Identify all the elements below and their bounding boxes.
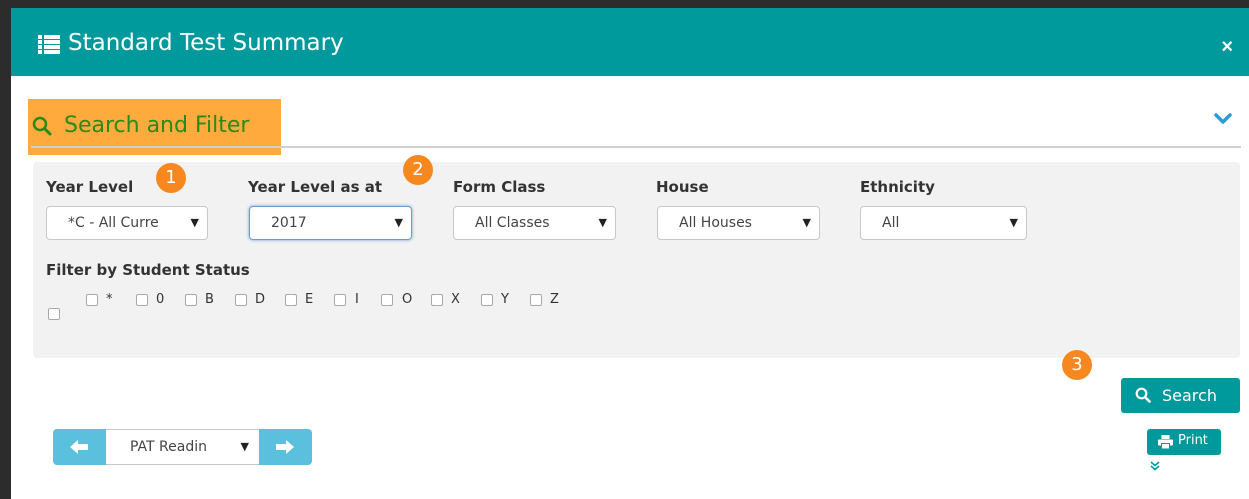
divider xyxy=(31,146,1241,148)
house-value: All Houses xyxy=(679,215,752,231)
dropdown-arrow-icon: ▼ xyxy=(598,216,607,229)
ethnicity-value: All xyxy=(882,215,900,231)
status-checkbox[interactable] xyxy=(136,294,148,306)
double-chevron-down-icon[interactable] xyxy=(1150,461,1160,471)
print-button-label: Print xyxy=(1178,433,1208,448)
next-test-button[interactable] xyxy=(259,429,312,465)
list-icon xyxy=(38,35,60,54)
status-checkbox[interactable] xyxy=(381,294,393,306)
close-button[interactable]: × xyxy=(1221,36,1233,59)
standard-test-summary-modal: Standard Test Summary × Search and Filte… xyxy=(11,8,1249,499)
filter-panel: Year Level *C - All Curre ▼ Year Level a… xyxy=(33,162,1240,358)
printer-icon xyxy=(1158,435,1173,449)
status-option-label: B xyxy=(205,292,214,307)
dropdown-arrow-icon: ▼ xyxy=(394,216,403,229)
arrow-left-icon xyxy=(70,440,88,454)
previous-test-button[interactable] xyxy=(53,429,106,465)
status-option-label: D xyxy=(255,292,266,307)
step-badge-3: 3 xyxy=(1062,350,1092,380)
search-icon xyxy=(32,116,52,136)
select-all-status-checkbox[interactable] xyxy=(48,308,60,320)
status-checkbox[interactable] xyxy=(481,294,493,306)
search-filter-title[interactable]: Search and Filter xyxy=(64,113,249,138)
dropdown-arrow-icon: ▼ xyxy=(802,216,811,229)
year-level-as-at-value: 2017 xyxy=(271,215,307,231)
status-checkbox[interactable] xyxy=(235,294,247,306)
status-option-label: Y xyxy=(501,292,509,307)
search-button-label: Search xyxy=(1162,386,1217,405)
dropdown-arrow-icon: ▼ xyxy=(240,440,249,453)
form-class-value: All Classes xyxy=(475,215,550,231)
test-select-value: PAT Readin xyxy=(130,439,207,455)
print-button[interactable]: Print xyxy=(1147,429,1221,455)
house-label: House xyxy=(656,178,709,196)
year-level-value: *C - All Curre xyxy=(68,215,159,231)
status-checkbox[interactable] xyxy=(185,294,197,306)
ethnicity-select[interactable]: All ▼ xyxy=(860,206,1027,240)
dropdown-arrow-icon: ▼ xyxy=(190,216,199,229)
status-option-label: O xyxy=(402,292,413,307)
status-checkbox[interactable] xyxy=(530,294,542,306)
chevron-down-icon[interactable] xyxy=(1214,112,1232,126)
step-badge-2: 2 xyxy=(403,155,433,185)
status-option-label: 0 xyxy=(156,292,165,307)
house-select[interactable]: All Houses ▼ xyxy=(657,206,820,240)
status-option-label: E xyxy=(305,292,314,307)
status-option-label: * xyxy=(106,292,113,307)
status-checkbox[interactable] xyxy=(86,294,98,306)
test-navigator: PAT Readin ▼ xyxy=(53,429,314,465)
year-level-label: Year Level xyxy=(46,178,134,196)
form-class-label: Form Class xyxy=(453,178,546,196)
arrow-right-icon xyxy=(276,440,294,454)
search-button[interactable]: Search xyxy=(1121,378,1240,413)
modal-title: Standard Test Summary xyxy=(68,30,344,56)
status-option-label: X xyxy=(451,292,460,307)
form-class-select[interactable]: All Classes ▼ xyxy=(453,206,616,240)
modal-header: Standard Test Summary × xyxy=(11,8,1249,76)
search-icon xyxy=(1135,387,1151,403)
status-option-label: Z xyxy=(550,292,559,307)
status-checkbox[interactable] xyxy=(285,294,297,306)
ethnicity-label: Ethnicity xyxy=(860,178,935,196)
status-checkbox[interactable] xyxy=(431,294,443,306)
test-select[interactable]: PAT Readin ▼ xyxy=(106,429,259,465)
dropdown-arrow-icon: ▼ xyxy=(1009,216,1018,229)
year-level-as-at-label: Year Level as at xyxy=(248,178,383,196)
status-option-label: I xyxy=(355,292,359,307)
year-level-as-at-select[interactable]: 2017 ▼ xyxy=(249,206,412,240)
student-status-label: Filter by Student Status xyxy=(46,261,250,279)
year-level-select[interactable]: *C - All Curre ▼ xyxy=(46,206,208,240)
status-checkbox[interactable] xyxy=(334,294,346,306)
step-badge-1: 1 xyxy=(156,163,186,193)
